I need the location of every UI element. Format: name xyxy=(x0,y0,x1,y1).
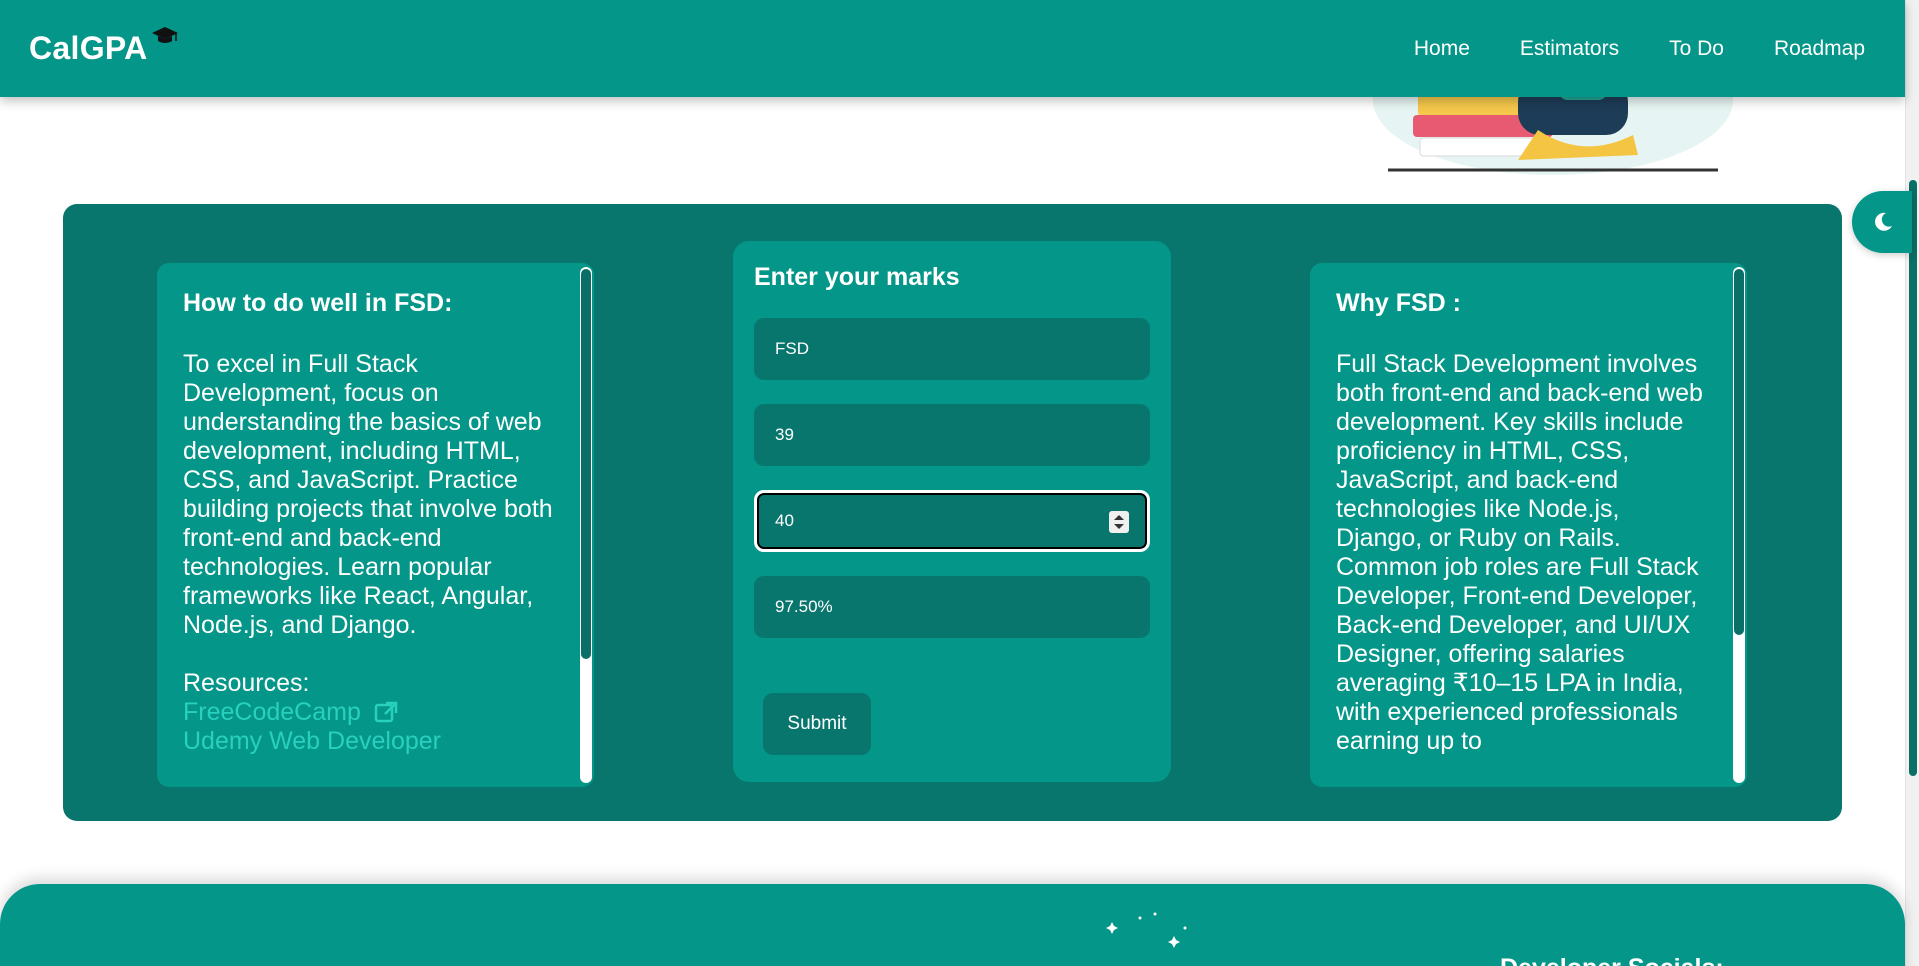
nav-link-roadmap[interactable]: Roadmap xyxy=(1774,37,1865,61)
tips-heading: How to do well in FSD: xyxy=(183,289,453,317)
tips-body: To excel in Full Stack Development, focu… xyxy=(183,350,553,639)
marks-form: Enter your marks FSD 39 40 97.50% Submit xyxy=(733,241,1171,782)
why-card-scrollbar-thumb[interactable] xyxy=(1734,269,1744,635)
top-navbar: CalGPA Home Estimators To Do Roadmap xyxy=(0,0,1905,97)
theme-toggle-button[interactable] xyxy=(1852,191,1912,253)
total-marks-input[interactable]: 40 xyxy=(754,490,1150,552)
external-link-icon xyxy=(374,701,398,723)
obtained-marks-input[interactable]: 39 xyxy=(754,404,1150,466)
total-marks-value: 40 xyxy=(775,511,794,530)
percentage-output: 97.50% xyxy=(754,576,1150,638)
nav-link-home[interactable]: Home xyxy=(1414,37,1470,61)
page-scrollbar-thumb[interactable] xyxy=(1909,180,1917,776)
graduation-cap-icon xyxy=(151,27,178,43)
page-scrollbar[interactable] xyxy=(1905,0,1919,966)
form-title: Enter your marks xyxy=(754,263,960,291)
why-card[interactable]: Why FSD : Full Stack Development involve… xyxy=(1310,263,1747,787)
resource-link-label: FreeCodeCamp xyxy=(183,698,361,726)
tips-card-scrollbar-thumb[interactable] xyxy=(581,269,591,659)
moon-icon xyxy=(1875,212,1892,231)
footer: Developer Socials: xyxy=(0,884,1905,966)
nav-link-estimators[interactable]: Estimators xyxy=(1520,37,1619,61)
resources-label: Resources: xyxy=(183,669,310,697)
sparkle-decoration xyxy=(1106,912,1187,948)
why-body: Full Stack Development involves both fro… xyxy=(1336,350,1703,755)
developer-socials-heading: Developer Socials: xyxy=(1500,954,1724,966)
subject-input[interactable]: FSD xyxy=(754,318,1150,380)
number-spinner-icon[interactable] xyxy=(1109,511,1129,533)
tips-card-scrollbar[interactable] xyxy=(580,267,592,783)
nav-link-todo[interactable]: To Do xyxy=(1669,37,1724,61)
submit-button[interactable]: Submit xyxy=(763,693,871,755)
tips-card[interactable]: How to do well in FSD: To excel in Full … xyxy=(157,263,594,787)
resource-link-freecodecamp[interactable]: FreeCodeCamp xyxy=(183,698,554,727)
why-heading: Why FSD : xyxy=(1336,289,1461,317)
brand-name: CalGPA xyxy=(29,30,148,66)
nav-menu: Home Estimators To Do Roadmap xyxy=(1414,37,1865,61)
brand-logo[interactable]: CalGPA xyxy=(29,27,178,67)
why-card-scrollbar[interactable] xyxy=(1733,267,1745,783)
resource-link-udemy[interactable]: Udemy Web Developer xyxy=(183,727,554,756)
